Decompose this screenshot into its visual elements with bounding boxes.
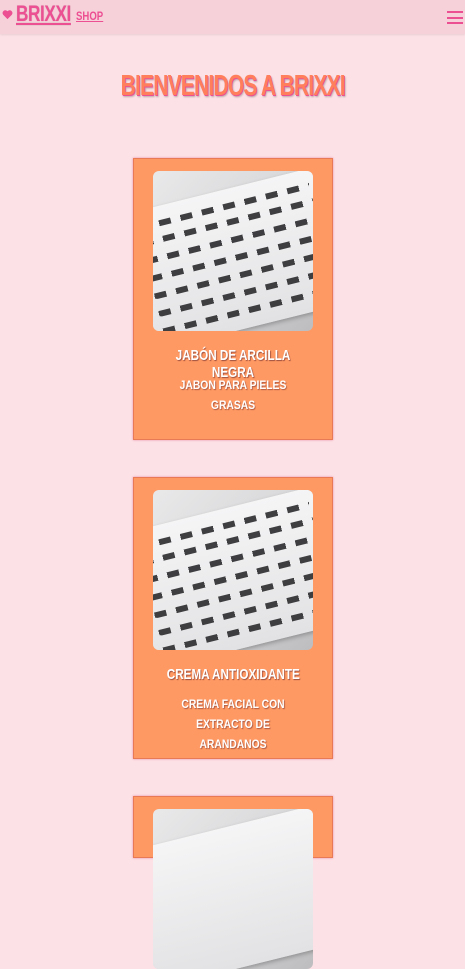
product-title[interactable]: CREMA ANTIOXIDANTE	[134, 666, 332, 683]
product-image[interactable]	[153, 809, 313, 969]
product-title-text: CREMA ANTIOXIDANTE	[166, 666, 300, 683]
product-card[interactable]	[133, 796, 333, 969]
brand-link[interactable]: BRIXXI	[2, 1, 74, 27]
brand-name: BRIXXI	[16, 1, 71, 26]
product-image[interactable]	[153, 171, 313, 331]
product-description: CREMA FACIAL CON EXTRACTO DE ARANDANOS	[181, 697, 285, 751]
product-card[interactable]: CREMA ANTIOXIDANTE CREMA FACIAL CON EXTR…	[133, 477, 333, 759]
top-navbar: BRIXXI SHOP	[0, 0, 465, 34]
menu-icon[interactable]	[447, 11, 463, 24]
product-description: JABON PARA PIELES GRASAS	[179, 378, 287, 412]
page-title-text: BIENVENIDOS A BRIXXI	[120, 70, 345, 102]
shop-link[interactable]: SHOP	[76, 9, 103, 23]
heart-icon	[2, 9, 13, 19]
page-title: BIENVENIDOS A BRIXXI	[0, 70, 465, 103]
product-card[interactable]: JABÓN DE ARCILLA NEGRA JABON PARA PIELES…	[133, 158, 333, 440]
product-image[interactable]	[153, 490, 313, 650]
